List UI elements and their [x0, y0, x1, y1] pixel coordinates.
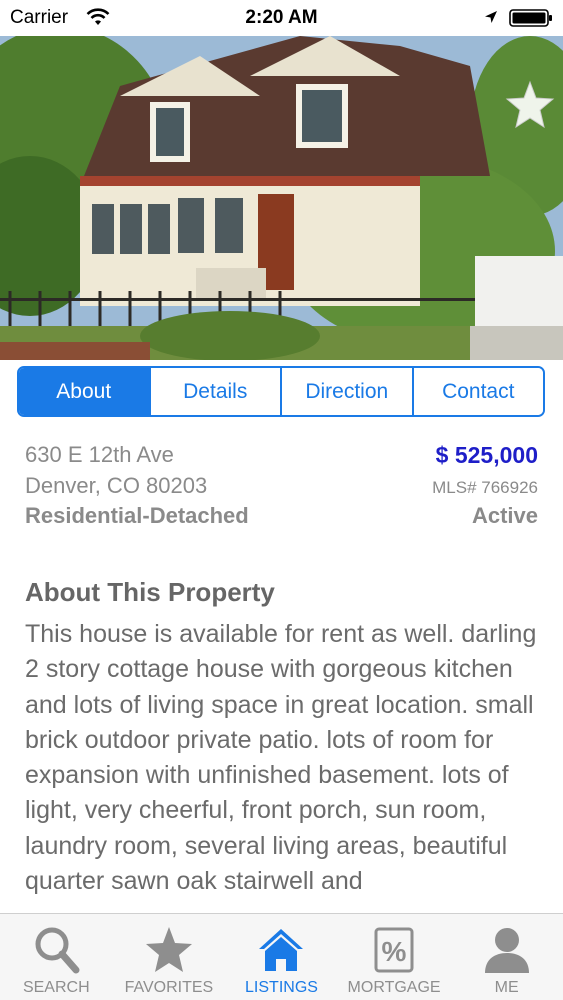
property-photo[interactable] — [0, 36, 563, 360]
listing-info: 630 E 12th Ave Denver, CO 80203 Resident… — [25, 442, 538, 534]
about-title: About This Property — [25, 577, 275, 607]
tab-me[interactable]: ME — [450, 914, 563, 1000]
home-icon — [259, 929, 304, 971]
status-time: 2:20 AM — [245, 7, 318, 28]
segment-details[interactable]: Details — [148, 368, 280, 415]
house-illustration — [0, 36, 563, 360]
listing-status: Active — [471, 503, 538, 528]
star-icon — [145, 927, 192, 972]
tab-mortgage-label: MORTGAGE — [347, 979, 441, 996]
search-icon — [35, 927, 80, 974]
location-arrow-icon — [485, 11, 497, 23]
tab-listings[interactable]: LISTINGS — [225, 914, 338, 1000]
status-bar: Carrier 2:20 AM — [0, 0, 563, 36]
tab-me-label: ME — [494, 979, 519, 996]
property-type: Residential-Detached — [25, 503, 249, 528]
tab-bar: SEARCH FAVORITES LISTINGS % MORTGAGE ME — [0, 913, 563, 1000]
tab-search[interactable]: SEARCH — [0, 914, 113, 1000]
person-icon — [484, 928, 529, 973]
segment-about[interactable]: About — [19, 368, 149, 415]
listing-price: $ 525,000 — [435, 442, 538, 468]
svg-text:%: % — [382, 936, 407, 967]
tab-search-label: SEARCH — [22, 979, 90, 996]
percent-icon: % — [374, 927, 414, 973]
tab-listings-label: LISTINGS — [245, 979, 318, 996]
address-line1: 630 E 12th Ave — [25, 442, 174, 467]
tab-favorites[interactable]: FAVORITES — [113, 914, 226, 1000]
segment-direction[interactable]: Direction — [280, 368, 412, 415]
battery-icon — [509, 9, 552, 27]
address-line2: Denver, CO 80203 — [25, 473, 208, 498]
detail-segmented-control: About Details Direction Contact — [17, 366, 545, 417]
about-body: This house is available for rent as well… — [25, 620, 537, 896]
tab-favorites-label: FAVORITES — [124, 979, 214, 996]
segment-contact[interactable]: Contact — [411, 368, 543, 415]
mls-number: MLS# 766926 — [432, 478, 538, 497]
favorite-star-icon[interactable] — [505, 80, 555, 130]
tab-mortgage[interactable]: % MORTGAGE — [338, 914, 451, 1000]
